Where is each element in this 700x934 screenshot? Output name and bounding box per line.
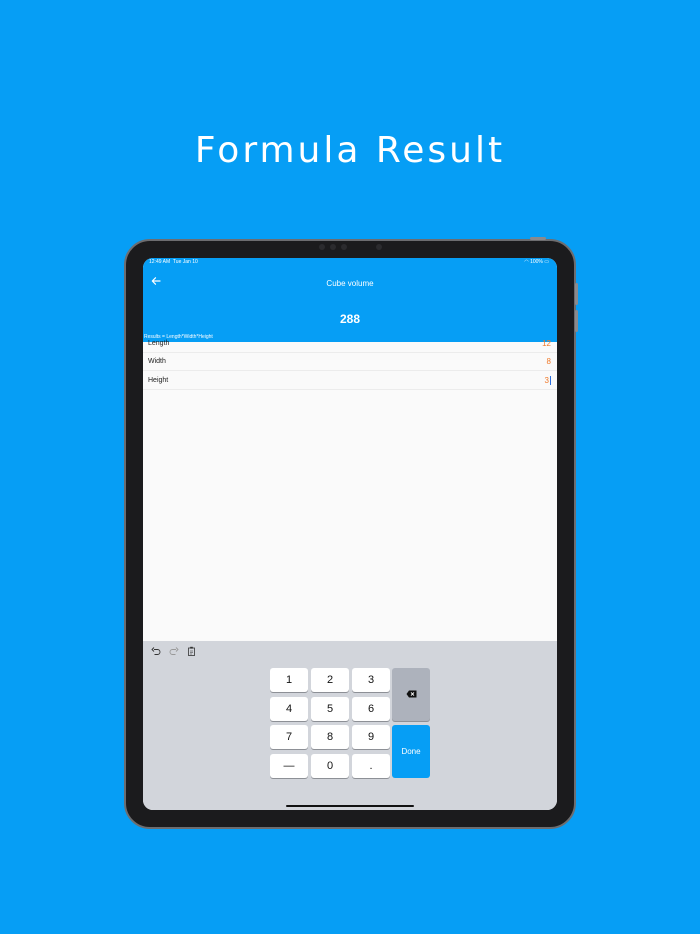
key-6[interactable]: 6 (352, 697, 390, 721)
headline: Formula Result (194, 130, 506, 171)
field-label: Width (148, 358, 166, 365)
app-bar: Cube volume 288 Results = Length*Width*H… (143, 266, 557, 342)
device-screen: 12:49 AM Tue Jan 10 ◠ 100% ▭ Cube volume… (143, 258, 557, 810)
page-title: Cube volume (326, 279, 374, 288)
field-value: 3 (544, 376, 549, 385)
redo-icon[interactable] (169, 646, 179, 659)
camera-dot (376, 244, 382, 250)
battery-percent: 100% (530, 259, 543, 265)
field-input[interactable]: 12 (542, 335, 551, 353)
field-label: Height (148, 377, 169, 384)
key-3[interactable]: 3 (352, 668, 390, 692)
key-9[interactable]: 9 (352, 725, 390, 749)
text-cursor (550, 376, 551, 386)
wifi-icon: ◠ (524, 259, 529, 265)
key-2[interactable]: 2 (311, 668, 349, 692)
battery-icon: ▭ (544, 259, 549, 265)
backspace-button[interactable] (392, 668, 430, 721)
hardware-volume-down (575, 310, 578, 332)
result-value: 288 (339, 312, 361, 326)
key-1[interactable]: 1 (270, 668, 308, 692)
undo-icon[interactable] (151, 646, 161, 659)
backspace-icon (406, 690, 416, 698)
key-7[interactable]: 7 (270, 725, 308, 749)
key-4[interactable]: 4 (270, 697, 308, 721)
key-0[interactable]: 0 (311, 754, 349, 778)
status-date: Tue Jan 10 (172, 259, 198, 265)
key-minus[interactable]: — (270, 754, 308, 778)
field-row-width[interactable]: Width 8 (143, 353, 557, 371)
key-8[interactable]: 8 (311, 725, 349, 749)
field-input[interactable]: 8 (547, 353, 551, 371)
status-clock: 12:49 AM (149, 259, 171, 265)
camera-dot (330, 244, 336, 250)
paste-icon[interactable] (187, 646, 197, 659)
camera-dot (319, 244, 325, 250)
field-row-height[interactable]: Height 3 (143, 372, 557, 390)
camera-dot (341, 244, 347, 250)
key-5[interactable]: 5 (311, 697, 349, 721)
status-time: 12:49 AM Tue Jan 10 (149, 258, 198, 266)
status-bar: 12:49 AM Tue Jan 10 ◠ 100% ▭ (143, 258, 557, 266)
done-button[interactable]: Done (392, 725, 430, 778)
field-label: Length (148, 340, 170, 347)
field-row-length[interactable]: Length 12 (143, 335, 557, 353)
numeric-keyboard: 1 2 3 4 5 6 7 8 9 — 0 . Done (143, 641, 557, 810)
hardware-volume-up (575, 283, 578, 305)
field-input-active[interactable]: 3 (545, 372, 551, 390)
status-right: ◠ 100% ▭ (524, 258, 549, 266)
key-decimal[interactable]: . (352, 754, 390, 778)
home-indicator[interactable] (286, 805, 414, 807)
hardware-top-button (530, 237, 546, 240)
